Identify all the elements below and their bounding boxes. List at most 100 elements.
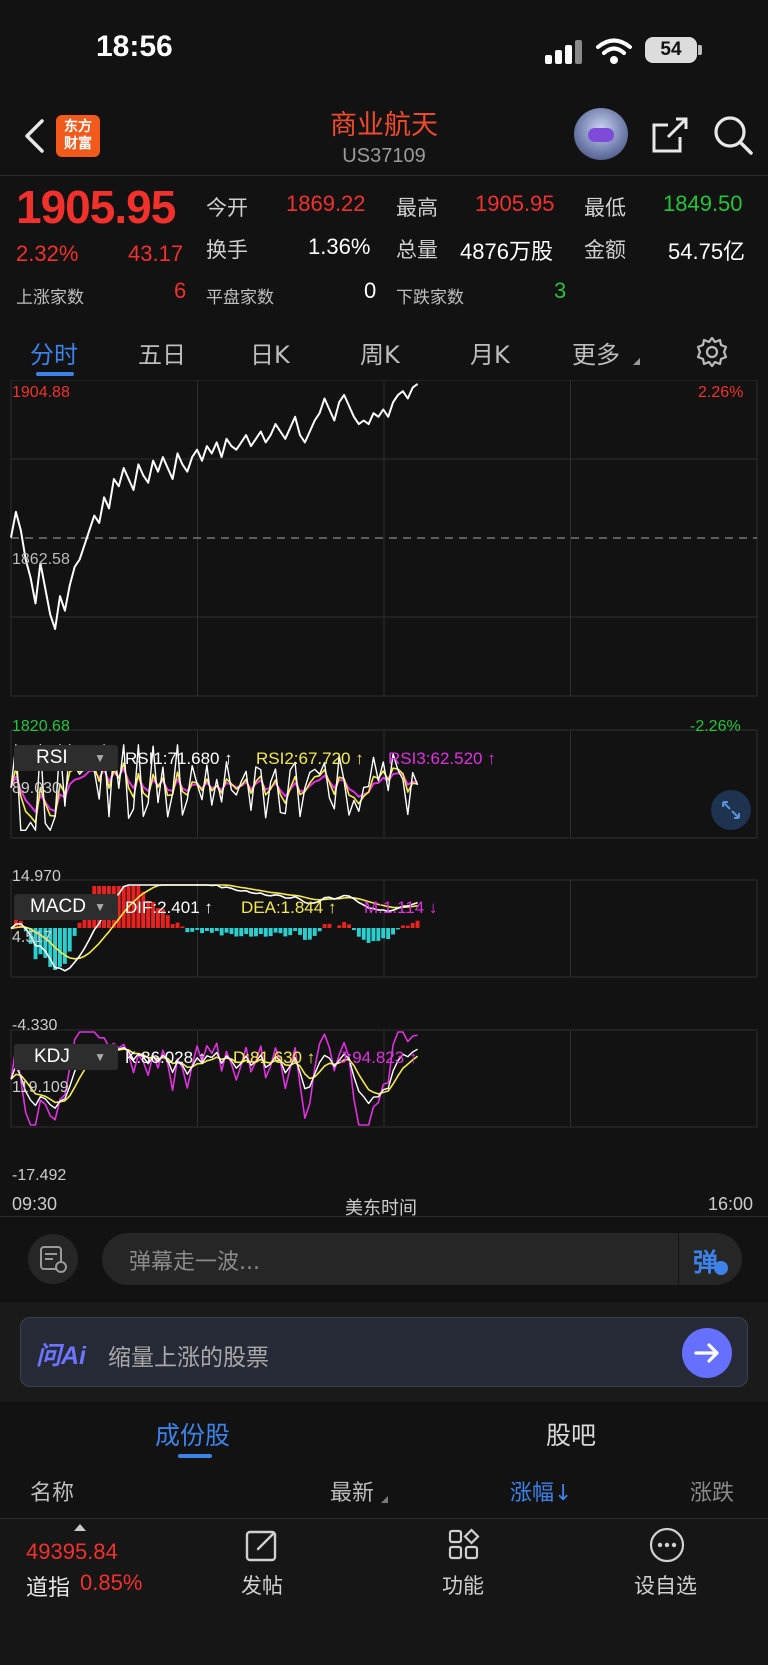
change-percent: 2.32%: [16, 241, 79, 266]
kdj-label: KDJ: [34, 1046, 70, 1067]
ai-prompt: 缩量上涨的股票: [108, 1345, 269, 1371]
danmu-button-label: 弹: [693, 1248, 719, 1277]
open-value: 1869.22: [286, 191, 366, 216]
settings-gear-icon[interactable]: [696, 336, 728, 368]
tab-weekly-k[interactable]: 周K: [360, 335, 400, 370]
rsi2-value: RSI2:67.720 ↑: [256, 749, 364, 768]
danmu-send-button[interactable]: 弹: [678, 1233, 742, 1285]
dropdown-arrow-icon: ▼: [94, 1050, 106, 1064]
macd-bar: [352, 928, 356, 931]
macd-bar: [381, 928, 386, 939]
check-badge-icon: [714, 1261, 728, 1275]
price-axis-top: 1904.88: [12, 384, 70, 401]
flat-count-label: 平盘家数: [206, 288, 274, 308]
macd-bar: [317, 928, 322, 932]
low-value: 1849.50: [663, 191, 743, 216]
col-change-pct[interactable]: 涨幅↓: [510, 1475, 572, 1507]
macd-selector[interactable]: MACD ▼: [14, 894, 118, 920]
macd-bar: [347, 924, 351, 928]
kdj-selector[interactable]: KDJ ▼: [14, 1044, 118, 1070]
danmu-placeholder: 弹幕走一波...: [129, 1250, 260, 1275]
tab-more[interactable]: 更多: [572, 335, 620, 370]
macd-bar: [288, 928, 293, 936]
search-icon[interactable]: [712, 114, 754, 156]
kdj-j-value: J:94.823 ↑: [339, 1048, 418, 1067]
danmu-top-divider: [0, 1216, 768, 1217]
macd-bar: [322, 924, 327, 928]
danmu-settings-icon[interactable]: [28, 1234, 78, 1284]
macd-bar: [366, 928, 371, 943]
macd-bar: [263, 928, 268, 937]
ai-logo: 问Ai: [36, 1342, 87, 1370]
rsi-label: RSI: [36, 747, 68, 768]
macd-bar: [298, 928, 302, 935]
volume-value: 4876万股: [460, 239, 553, 264]
wifi-icon: [596, 38, 632, 64]
tab-constituents[interactable]: 成份股: [155, 1416, 230, 1452]
macd-bar: [415, 920, 420, 928]
more-dots-icon[interactable]: [648, 1526, 686, 1564]
x-axis-start: 09:30: [12, 1194, 58, 1214]
macd-bar: [209, 928, 214, 933]
tab-daily-k[interactable]: 日K: [250, 335, 290, 370]
sort-triangle-icon: [381, 1496, 388, 1503]
macd-bar: [293, 928, 298, 931]
macd-bar: [283, 928, 288, 937]
macd-bar: [303, 928, 307, 940]
macd-bar: [249, 928, 253, 937]
rsi-selector[interactable]: RSI ▼: [14, 745, 118, 771]
tab-monthly-k[interactable]: 月K: [470, 335, 510, 370]
macd-label: MACD: [30, 896, 86, 917]
macd-dea-value: DEA:1.844 ↑: [241, 898, 337, 917]
macd-bar: [361, 928, 366, 940]
collapse-up-icon[interactable]: [74, 1524, 86, 1531]
rsi-max: 89.030: [12, 780, 61, 797]
expand-chart-icon[interactable]: [711, 790, 751, 830]
more-triangle-icon: [633, 358, 640, 365]
macd-bar: [327, 923, 332, 928]
price-axis-bottom: 1820.68: [12, 718, 70, 735]
col-change[interactable]: 涨跌: [690, 1475, 734, 1507]
macd-bar: [195, 928, 200, 930]
rsi-min: 14.970: [12, 868, 61, 885]
dropdown-arrow-icon: ▼: [94, 900, 106, 914]
index-percent: 0.85%: [80, 1570, 143, 1595]
price-series: [10, 383, 419, 630]
macd-bar: [356, 928, 361, 937]
post-edit-icon[interactable]: [244, 1527, 280, 1563]
ai-submit-button[interactable]: [682, 1328, 732, 1378]
cellular-signal-icon: [545, 40, 585, 64]
tab-intraday[interactable]: 分时: [30, 335, 78, 370]
macd-bar: [391, 928, 395, 935]
macd-bar: [224, 928, 229, 933]
col-latest[interactable]: 最新: [330, 1475, 374, 1507]
macd-bar: [205, 928, 209, 931]
macd-bar: [371, 928, 376, 942]
kdj-d-value: D:81.630 ↑: [233, 1048, 316, 1067]
function-grid-icon[interactable]: [446, 1527, 482, 1563]
arrow-right-icon: [694, 1343, 719, 1363]
macd-bar: [268, 928, 273, 937]
nav-function[interactable]: 功能: [442, 1570, 484, 1600]
price-line: [10, 383, 419, 630]
tab-forum[interactable]: 股吧: [546, 1416, 596, 1452]
status-time: 18:56: [96, 30, 173, 63]
rsi3-value: RSI3:62.520 ↑: [388, 749, 496, 768]
high-value: 1905.95: [475, 191, 555, 216]
pct-axis-bottom: -2.26%: [690, 718, 741, 735]
kdj-max: 119.109: [12, 1079, 69, 1096]
nav-post[interactable]: 发帖: [241, 1570, 283, 1600]
tab-five-day[interactable]: 五日: [138, 335, 186, 370]
col-name[interactable]: 名称: [30, 1475, 74, 1507]
index-value[interactable]: 49395.84: [26, 1539, 118, 1565]
macd-bar: [219, 928, 224, 936]
down-count: 3: [554, 278, 567, 303]
macd-bar: [239, 928, 244, 937]
amount-value: 54.75亿: [668, 239, 746, 264]
change-amount: 43.17: [128, 241, 184, 266]
macd-min: -4.330: [12, 1017, 58, 1034]
macd-bar: [190, 928, 195, 932]
macd-bar: [185, 928, 190, 933]
nav-watchlist[interactable]: 设自选: [634, 1570, 697, 1600]
share-icon[interactable]: [650, 115, 690, 155]
